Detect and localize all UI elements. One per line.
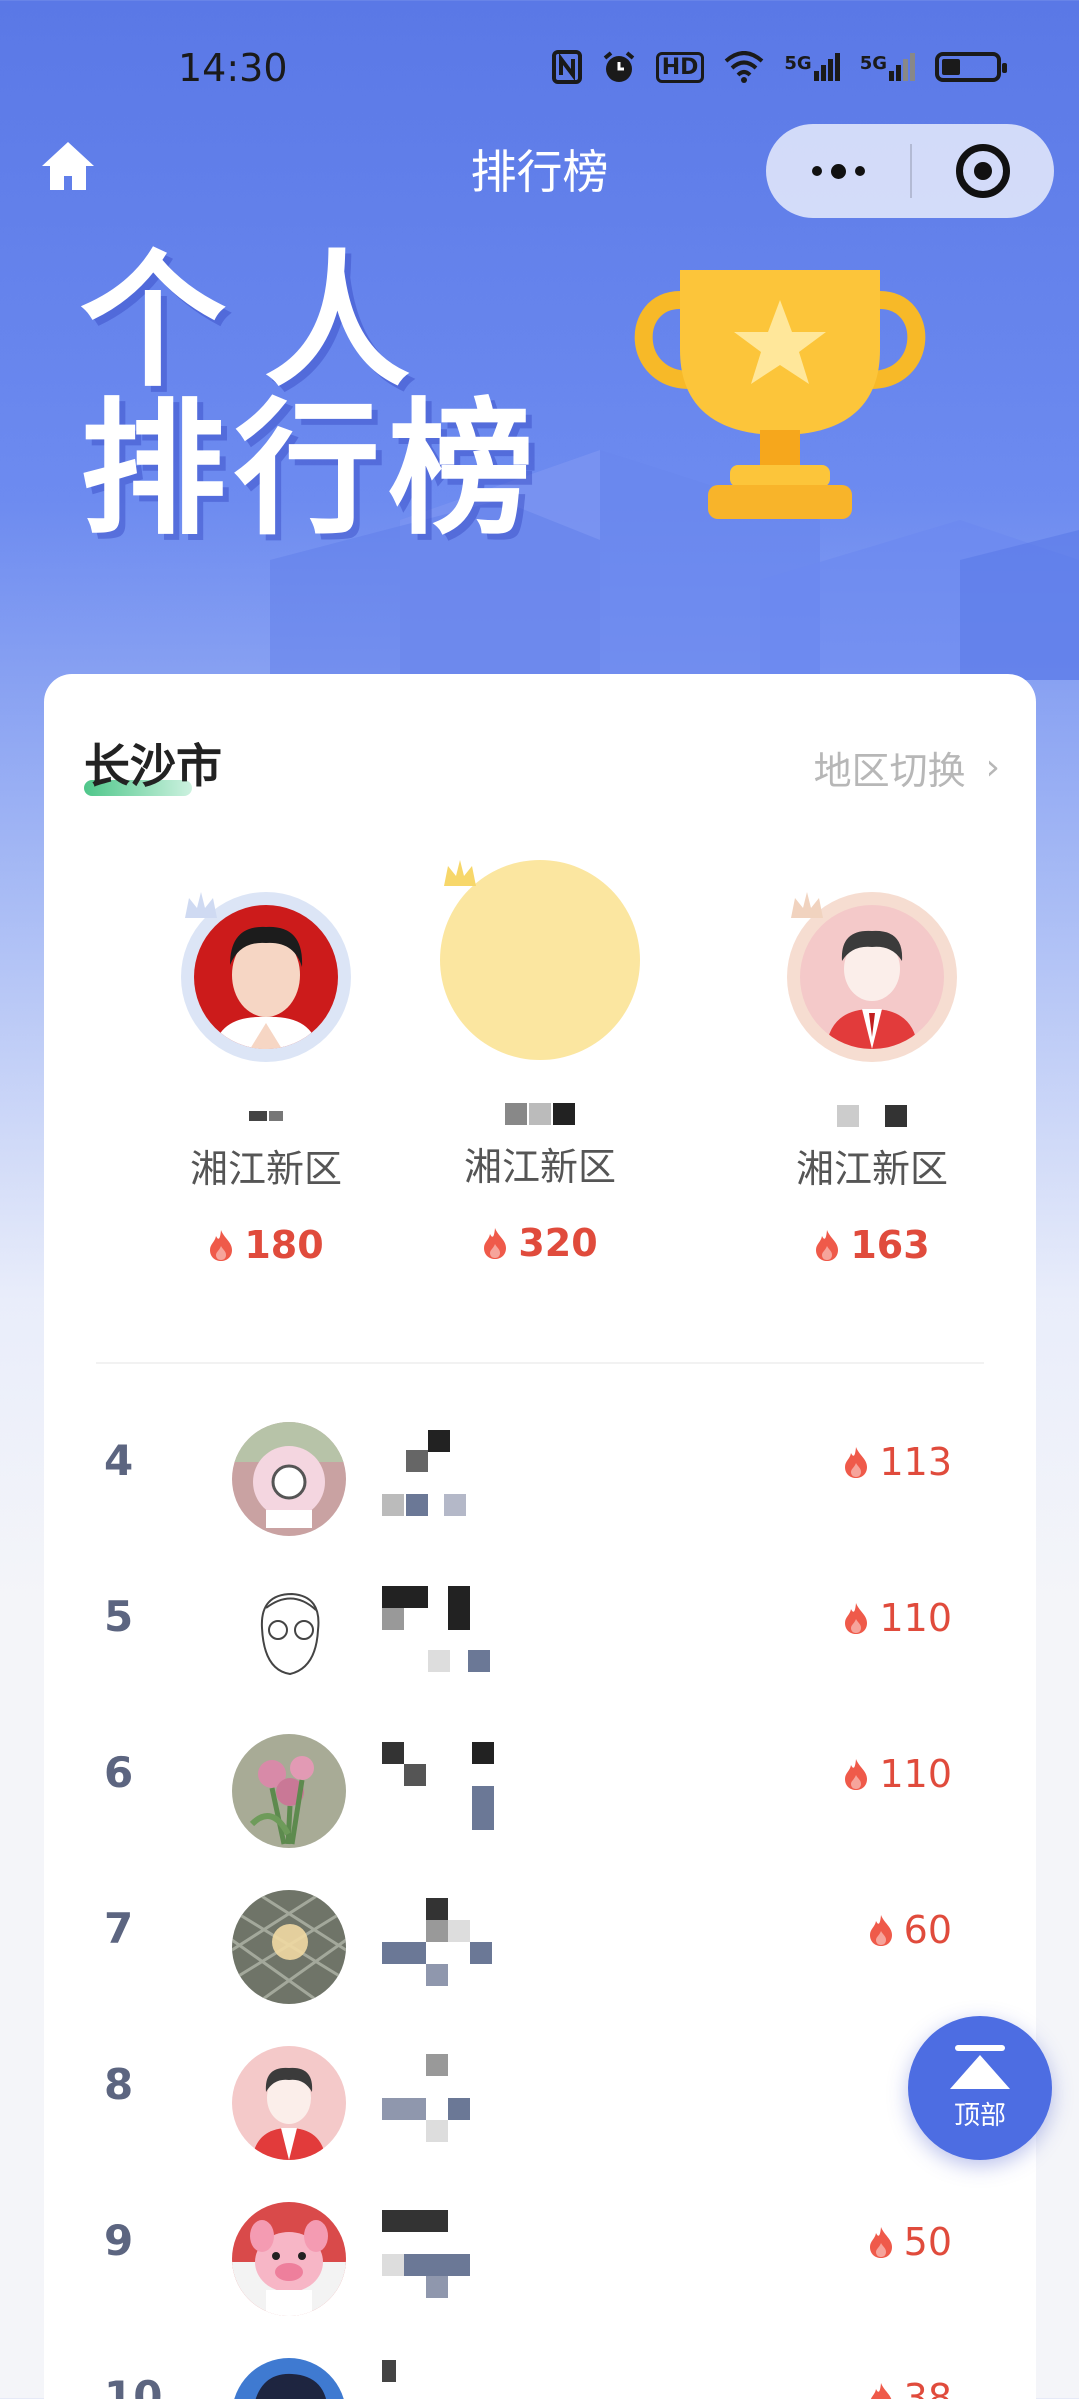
flame-icon	[869, 1915, 892, 1946]
flame-icon	[845, 1759, 868, 1790]
podium-third[interactable]: 湘江新区 163	[722, 892, 1022, 1267]
score: 38	[868, 2376, 952, 2399]
list-item[interactable]: 9 50	[44, 2164, 1036, 2320]
status-icons: HD 5G 5G	[551, 50, 1007, 84]
more-dot-icon	[811, 166, 822, 176]
crown-icon	[791, 892, 823, 918]
podium-first[interactable]: 湘江新区 320	[390, 860, 690, 1265]
podium-district: 湘江新区	[189, 1147, 342, 1191]
more-dot-icon	[830, 163, 846, 179]
nickname-masked	[382, 2360, 562, 2399]
region-switch-label: 地区切换	[813, 749, 966, 793]
podium-score: 163	[722, 1223, 1022, 1267]
rank-number: 6	[104, 1748, 134, 1797]
rank-number: 8	[104, 2060, 134, 2109]
divider	[96, 1362, 984, 1364]
flame-icon	[845, 1603, 868, 1634]
podium-score: 180	[116, 1223, 416, 1267]
more-button[interactable]	[766, 124, 910, 218]
nfc-icon	[551, 50, 582, 84]
signal-5g-icon: 5G	[860, 53, 915, 81]
flame-icon	[869, 2227, 892, 2258]
rank-number: 9	[104, 2216, 134, 2265]
region-switch-button[interactable]: 地区切换 ›	[814, 740, 1000, 795]
back-to-top-button[interactable]: 顶部	[908, 2016, 1052, 2160]
back-to-top-label: 顶部	[953, 2100, 1006, 2131]
podium-nickname-masked	[722, 1096, 1022, 1136]
avatar	[232, 2046, 346, 2160]
banner-title: 个人 排行榜	[80, 248, 542, 544]
score: 50	[868, 2220, 952, 2264]
wifi-icon	[725, 51, 764, 83]
leaderboard-card: 长沙市 地区切换 › 湘江新区 180 湘江新区 320 湘江新区 163 4 …	[44, 674, 1036, 2399]
avatar	[232, 1578, 346, 1692]
rank-number: 7	[104, 1904, 134, 1953]
avatar	[232, 2358, 346, 2399]
arrow-up-bar-icon	[955, 2044, 1005, 2051]
podium-score: 320	[390, 1221, 690, 1265]
nickname-masked	[382, 1898, 562, 1998]
crown-icon	[185, 892, 217, 918]
flame-icon	[816, 1230, 839, 1261]
status-time: 14:30	[178, 46, 288, 90]
podium-district: 湘江新区	[795, 1147, 948, 1191]
podium-second[interactable]: 湘江新区 180	[116, 892, 416, 1267]
more-dot-icon	[854, 166, 865, 176]
list-item[interactable]: 10 38	[44, 2320, 1036, 2399]
rank-number: 10	[104, 2372, 163, 2399]
list-item[interactable]: 5 110	[44, 1540, 1036, 1696]
list-item[interactable]: 6 110	[44, 1696, 1036, 1852]
hd-icon: HD	[655, 51, 705, 83]
rank-number: 5	[104, 1592, 134, 1641]
score: 113	[843, 1440, 952, 1484]
mini-program-capsule	[766, 124, 1054, 218]
alarm-icon	[603, 51, 634, 82]
crown-icon	[444, 860, 476, 886]
podium-district: 湘江新区	[463, 1145, 616, 1189]
list-item[interactable]: 4 113	[44, 1384, 1036, 1540]
flame-icon	[210, 1230, 233, 1261]
close-target-icon	[956, 144, 1010, 198]
battery-icon	[935, 52, 1007, 82]
avatar	[787, 892, 957, 1062]
podium-nickname-masked	[390, 1094, 690, 1134]
list-item[interactable]: 7 60	[44, 1852, 1036, 2008]
nickname-masked	[382, 2054, 562, 2154]
score: 110	[843, 1752, 952, 1796]
avatar	[232, 1734, 346, 1848]
trophy-icon	[634, 270, 926, 519]
avatar	[232, 1890, 346, 2004]
status-bar: 14:30 HD 5G 5G	[0, 0, 1079, 140]
avatar	[232, 2202, 346, 2316]
banner-title-line1: 个人	[80, 237, 448, 407]
avatar	[232, 1422, 346, 1536]
region-name: 长沙市	[84, 739, 222, 793]
score: 110	[843, 1596, 952, 1640]
avatar	[440, 860, 640, 1060]
nickname-masked	[382, 1430, 562, 1530]
rank-number: 4	[104, 1436, 134, 1485]
flame-icon	[870, 2383, 891, 2399]
avatar	[181, 892, 351, 1062]
arrow-up-icon	[950, 2054, 1010, 2089]
podium-nickname-masked	[116, 1096, 416, 1136]
score: 60	[868, 1908, 952, 1952]
chevron-right-icon: ›	[985, 747, 1000, 788]
nickname-masked	[382, 1742, 562, 1842]
close-button[interactable]	[912, 124, 1054, 218]
flame-icon	[484, 1228, 507, 1259]
flame-icon	[845, 1447, 868, 1478]
banner-title-line2: 排行榜	[80, 385, 542, 555]
nickname-masked	[382, 2210, 562, 2310]
nickname-masked	[382, 1586, 562, 1686]
list-item[interactable]: 8	[44, 2008, 1036, 2164]
signal-5g-icon: 5G	[784, 53, 840, 81]
